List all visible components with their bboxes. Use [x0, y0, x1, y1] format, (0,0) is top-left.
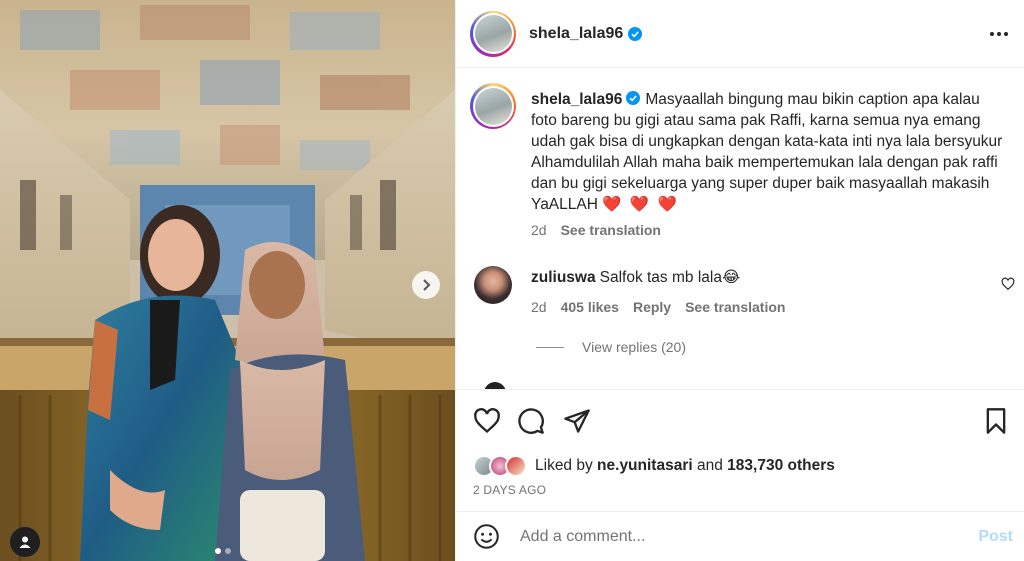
commenter-username[interactable]: zuliuswa [531, 269, 596, 286]
comment-time: 2d [531, 299, 547, 315]
caption-time: 2d [531, 222, 547, 238]
instagram-post-modal: shela_lala96 shela_lala96 Masyaallah bing… [0, 0, 1024, 561]
caption-body: Masyaallah bingung mau bikin caption apa… [531, 91, 1003, 213]
comment-text: zuliuswa Salfok tas mb lala😂 [531, 268, 740, 287]
liker-avatars[interactable] [473, 455, 527, 477]
next-image-button[interactable] [412, 271, 440, 299]
like-heart-icon[interactable] [473, 407, 501, 435]
carousel-dot [225, 548, 231, 554]
comment-see-translation[interactable]: See translation [685, 299, 785, 315]
chapel-photo [0, 0, 455, 561]
tagged-users-button[interactable] [10, 527, 40, 557]
more-options-button[interactable] [989, 24, 1009, 44]
caption-avatar[interactable] [470, 83, 516, 129]
comment-like-heart-icon[interactable] [1001, 277, 1015, 291]
chevron-right-icon [423, 279, 431, 291]
comment-meta: 2d 405 likes Reply See translation [531, 299, 785, 315]
caption-see-translation[interactable]: See translation [561, 222, 661, 238]
more-dots-icon [990, 32, 1008, 36]
carousel-indicator [215, 548, 231, 554]
liked-by-prefix: Liked by [535, 457, 593, 474]
post-details-panel: shela_lala96 shela_lala96 Masyaallah bing… [455, 0, 1024, 561]
replies-divider-line [536, 346, 564, 348]
avatar-image [474, 87, 512, 125]
carousel-dot-active [215, 548, 221, 554]
liker-avatar [505, 455, 527, 477]
liked-by-and: and [696, 457, 723, 474]
share-paper-plane-icon[interactable] [563, 407, 591, 435]
person-icon [19, 536, 31, 548]
commenter-avatar[interactable] [474, 266, 512, 304]
save-bookmark-icon[interactable] [982, 407, 1010, 435]
post-comment-button[interactable]: Post [978, 528, 1013, 546]
comment-likes-count[interactable]: 405 likes [561, 299, 619, 315]
comment-body: Salfok tas mb lala😂 [599, 269, 741, 286]
verified-badge-icon [626, 91, 641, 105]
caption-emoji: ❤️ ❤️ ❤️ [602, 196, 679, 213]
comment-composer: Post [456, 511, 1024, 561]
post-caption: shela_lala96 Masyaallah bingung mau bikin… [531, 89, 1006, 215]
comments-section[interactable]: shela_lala96 Masyaallah bingung mau bikin… [456, 69, 1024, 389]
author-avatar[interactable] [470, 10, 516, 57]
add-comment-input[interactable] [520, 527, 950, 546]
view-replies-button[interactable]: View replies (20) [536, 339, 686, 355]
verified-badge-icon [628, 26, 643, 41]
post-date[interactable]: 2 DAYS AGO [473, 483, 546, 497]
liked-by-user[interactable]: ne.yunitasari [597, 457, 693, 475]
avatar-image [474, 15, 512, 52]
comment-bubble-icon[interactable] [517, 407, 545, 435]
liked-by-others[interactable]: 183,730 others [727, 457, 835, 475]
comment-reply-button[interactable]: Reply [633, 299, 671, 315]
caption-meta: 2d See translation [531, 222, 661, 238]
action-bar [456, 389, 1024, 451]
post-photo[interactable] [0, 0, 455, 561]
caption-username[interactable]: shela_lala96 [531, 91, 622, 108]
next-comment-avatar[interactable] [484, 382, 506, 389]
post-header: shela_lala96 [456, 0, 1024, 68]
likes-summary: Liked by ne.yunitasari and 183,730 other… [473, 455, 835, 477]
view-replies-label: View replies (20) [582, 339, 687, 355]
author-username[interactable]: shela_lala96 [529, 25, 623, 43]
emoji-icon[interactable] [473, 523, 500, 550]
